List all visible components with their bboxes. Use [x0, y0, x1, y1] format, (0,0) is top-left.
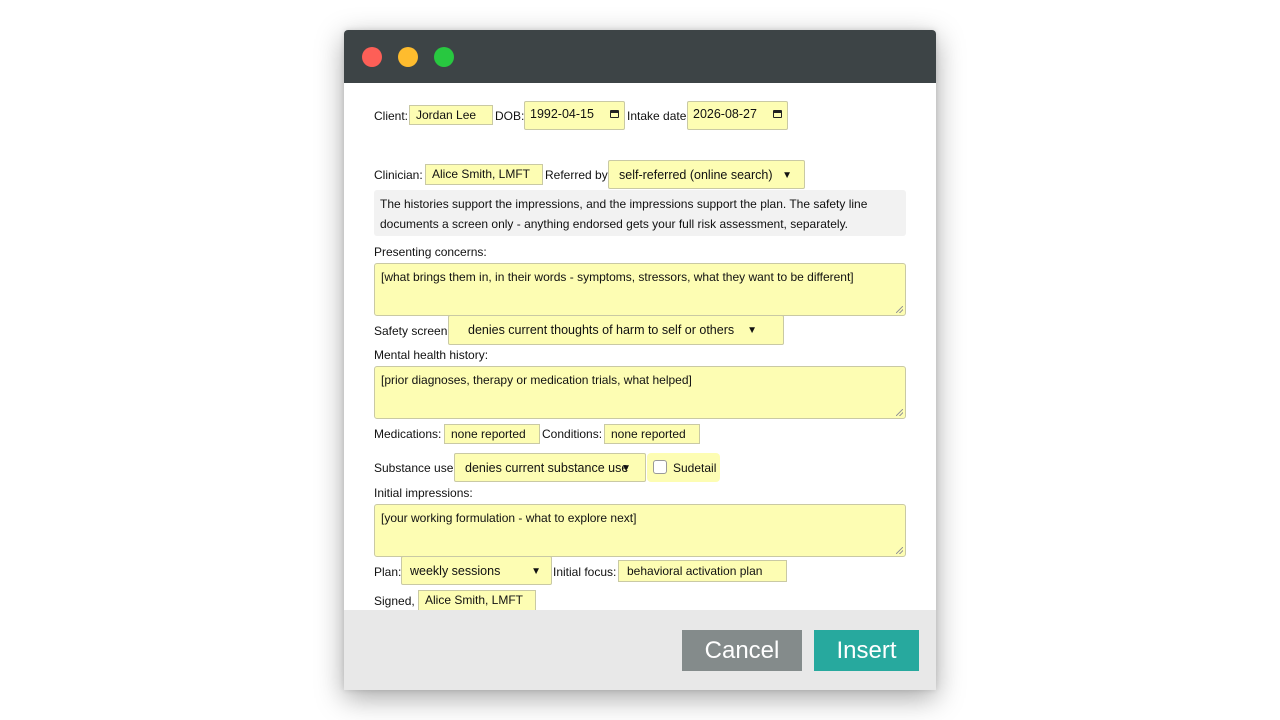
medications-label: Medications: — [374, 427, 442, 441]
resize-grip-icon[interactable] — [896, 306, 903, 313]
chevron-down-icon: ▼ — [747, 325, 757, 336]
conditions-label: Conditions: — [542, 427, 603, 441]
clinician-label: Clinician: — [374, 168, 423, 182]
initial-impressions-label: Initial impressions: — [374, 486, 473, 500]
sudetail-checkbox[interactable] — [653, 460, 667, 474]
referred-by-value: self-referred (online search) — [619, 168, 773, 182]
dob-date-picker[interactable]: 1992-04-15 — [524, 101, 625, 130]
presenting-concerns-label: Presenting concerns: — [374, 245, 487, 259]
resize-grip-icon[interactable] — [896, 409, 903, 416]
substance-use-select[interactable]: denies current substance use ▼ — [454, 453, 646, 482]
sudetail-label: Sudetail — [673, 461, 717, 475]
guidance-note: The histories support the impressions, a… — [374, 190, 906, 236]
initial-impressions-value: [your working formulation - what to expl… — [381, 511, 637, 525]
client-field[interactable]: Jordan Lee — [409, 105, 493, 125]
intake-date-picker[interactable]: 2026-08-27 — [687, 101, 788, 130]
presenting-concerns-value: [what brings them in, in their words - s… — [381, 270, 854, 284]
calendar-icon[interactable] — [610, 110, 619, 118]
cancel-button[interactable]: Cancel — [682, 630, 802, 671]
intake-form: Client: Jordan Lee DOB: 1992-04-15 Intak… — [344, 83, 936, 611]
safety-screen-value: denies current thoughts of harm to self … — [468, 323, 735, 337]
minimize-window-button[interactable] — [398, 47, 418, 67]
initial-focus-label: Initial focus: — [553, 565, 617, 579]
safety-screen-label: Safety screen: — [374, 324, 451, 338]
resize-grip-icon[interactable] — [896, 547, 903, 554]
intake-date-value: 2026-08-27 — [693, 107, 757, 121]
medications-field[interactable]: none reported — [444, 424, 540, 444]
referred-by-select[interactable]: self-referred (online search) ▼ — [608, 160, 805, 189]
dialog-window: Client: Jordan Lee DOB: 1992-04-15 Intak… — [344, 30, 936, 690]
substance-use-value: denies current substance use — [465, 461, 629, 475]
plan-value: weekly sessions — [410, 564, 501, 578]
signature-field[interactable]: Alice Smith, LMFT — [418, 590, 536, 611]
substance-use-label: Substance use: — [374, 461, 457, 475]
mental-health-history-label: Mental health history: — [374, 348, 489, 362]
presenting-concerns-textarea[interactable]: [what brings them in, in their words - s… — [374, 263, 906, 316]
intake-date-label: Intake date: — [627, 109, 690, 123]
conditions-field[interactable]: none reported — [604, 424, 700, 444]
initial-focus-field[interactable]: behavioral activation plan — [618, 560, 787, 582]
chevron-down-icon: ▼ — [621, 463, 631, 474]
insert-button[interactable]: Insert — [814, 630, 919, 671]
dob-value: 1992-04-15 — [530, 107, 594, 121]
mental-health-history-value: [prior diagnoses, therapy or medication … — [381, 373, 692, 387]
plan-select[interactable]: weekly sessions ▼ — [401, 556, 552, 585]
referred-by-label: Referred by: — [545, 168, 612, 182]
chevron-down-icon: ▼ — [531, 566, 541, 577]
mental-health-history-textarea[interactable]: [prior diagnoses, therapy or medication … — [374, 366, 906, 419]
client-label: Client: — [374, 109, 409, 123]
safety-screen-select[interactable]: denies current thoughts of harm to self … — [448, 315, 784, 345]
chevron-down-icon: ▼ — [782, 170, 792, 181]
plan-label: Plan: — [374, 565, 402, 579]
sudetail-toggle[interactable]: Sudetail — [647, 453, 720, 482]
clinician-field[interactable]: Alice Smith, LMFT — [425, 164, 543, 185]
initial-impressions-textarea[interactable]: [your working formulation - what to expl… — [374, 504, 906, 557]
dialog-footer: Cancel Insert — [344, 610, 936, 690]
calendar-icon[interactable] — [773, 110, 782, 118]
maximize-window-button[interactable] — [434, 47, 454, 67]
close-window-button[interactable] — [362, 47, 382, 67]
dob-label: DOB: — [495, 109, 525, 123]
signed-label: Signed, — [374, 594, 415, 608]
title-bar — [344, 30, 936, 83]
